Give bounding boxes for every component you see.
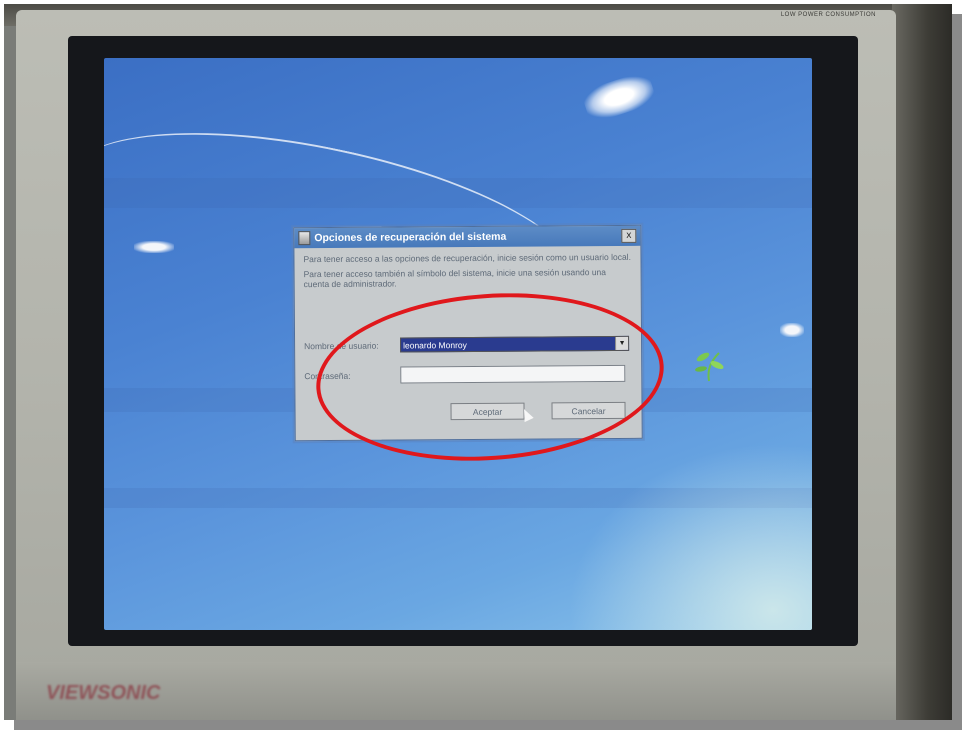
wallpaper-glow bbox=[552, 430, 812, 630]
dialog-title: Opciones de recuperación del sistema bbox=[314, 230, 507, 245]
light-glare bbox=[134, 241, 174, 253]
window-icon bbox=[298, 231, 311, 246]
instruction-text: Para tener acceso también al símbolo del… bbox=[303, 267, 607, 290]
dialog-titlebar: Opciones de recuperación del sistema x bbox=[294, 225, 641, 249]
photo: LOW POWER CONSUMPTION VIEWSONIC Opciones… bbox=[4, 4, 952, 720]
bezel-label: LOW POWER CONSUMPTION bbox=[780, 12, 876, 18]
room-background-right bbox=[892, 4, 952, 720]
light-glare bbox=[780, 323, 804, 337]
dialog-body: Para tener acceso a las opciones de recu… bbox=[294, 246, 640, 300]
monitor-brand-logo: VIEWSONIC bbox=[46, 682, 161, 704]
light-glare bbox=[580, 70, 658, 124]
close-icon[interactable]: x bbox=[621, 228, 637, 243]
wallpaper-plant-icon bbox=[695, 352, 724, 382]
instruction-text: Para tener acceso a las opciones de recu… bbox=[303, 251, 631, 265]
